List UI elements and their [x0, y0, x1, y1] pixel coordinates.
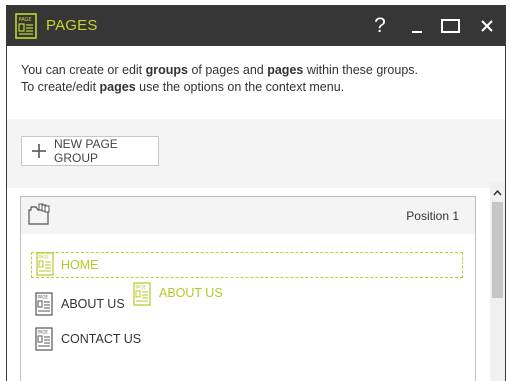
- dragged-page-ghost[interactable]: PAGE ABOUT US: [133, 282, 233, 310]
- page-group-panel[interactable]: Position 1 PAGE HOME PAGE ABOUT US PAGE …: [20, 196, 476, 381]
- page-group-header[interactable]: Position 1: [21, 197, 475, 234]
- vertical-scrollbar[interactable]: [490, 182, 505, 381]
- info-line-1: You can create or edit groups of pages a…: [21, 63, 419, 77]
- page-item-home[interactable]: PAGE HOME: [31, 252, 463, 278]
- page-label: CONTACT US: [61, 332, 142, 346]
- window-title: PAGES: [46, 17, 98, 34]
- page-icon: PAGE: [133, 282, 151, 311]
- svg-text:PAGE: PAGE: [136, 285, 147, 290]
- page-label: ABOUT US: [61, 297, 125, 311]
- new-page-group-button[interactable]: NEW PAGE GROUP: [21, 136, 159, 166]
- plus-icon: [31, 143, 47, 159]
- scroll-up-icon[interactable]: [492, 185, 503, 196]
- dragged-page-label: ABOUT US: [159, 286, 223, 300]
- page-label: HOME: [61, 258, 99, 272]
- page-icon: PAGE: [35, 292, 53, 321]
- pages-dialog: PAGE PAGES ? You can create or edit grou…: [6, 5, 506, 381]
- page-item-contact-us[interactable]: PAGE CONTACT US: [21, 325, 475, 355]
- info-line-2: To create/edit pages use the options on …: [21, 80, 345, 94]
- close-button[interactable]: [474, 13, 500, 39]
- close-icon: [481, 20, 493, 32]
- minimize-button[interactable]: [404, 13, 430, 39]
- page-icon: PAGE: [36, 252, 54, 281]
- toolbar: NEW PAGE GROUP: [7, 119, 505, 188]
- page-icon: PAGE: [15, 13, 37, 44]
- new-page-group-label: NEW PAGE GROUP: [54, 137, 118, 165]
- folder-pages-icon: [27, 203, 51, 232]
- page-item-about-us[interactable]: PAGE ABOUT US: [21, 290, 475, 320]
- info-text: You can create or edit groups of pages a…: [21, 62, 418, 96]
- title-bar[interactable]: PAGE PAGES ?: [7, 6, 505, 46]
- help-button[interactable]: ?: [367, 13, 393, 39]
- svg-text:PAGE: PAGE: [38, 295, 49, 300]
- minimize-icon: [412, 31, 422, 33]
- group-position-label: Position 1: [406, 209, 459, 223]
- scroll-thumb[interactable]: [492, 202, 503, 298]
- page-icon: PAGE: [35, 327, 53, 356]
- maximize-icon: [441, 19, 460, 33]
- svg-text:PAGE: PAGE: [38, 330, 49, 335]
- svg-text:PAGE: PAGE: [19, 17, 32, 23]
- maximize-button[interactable]: [437, 13, 463, 39]
- svg-text:PAGE: PAGE: [39, 255, 50, 260]
